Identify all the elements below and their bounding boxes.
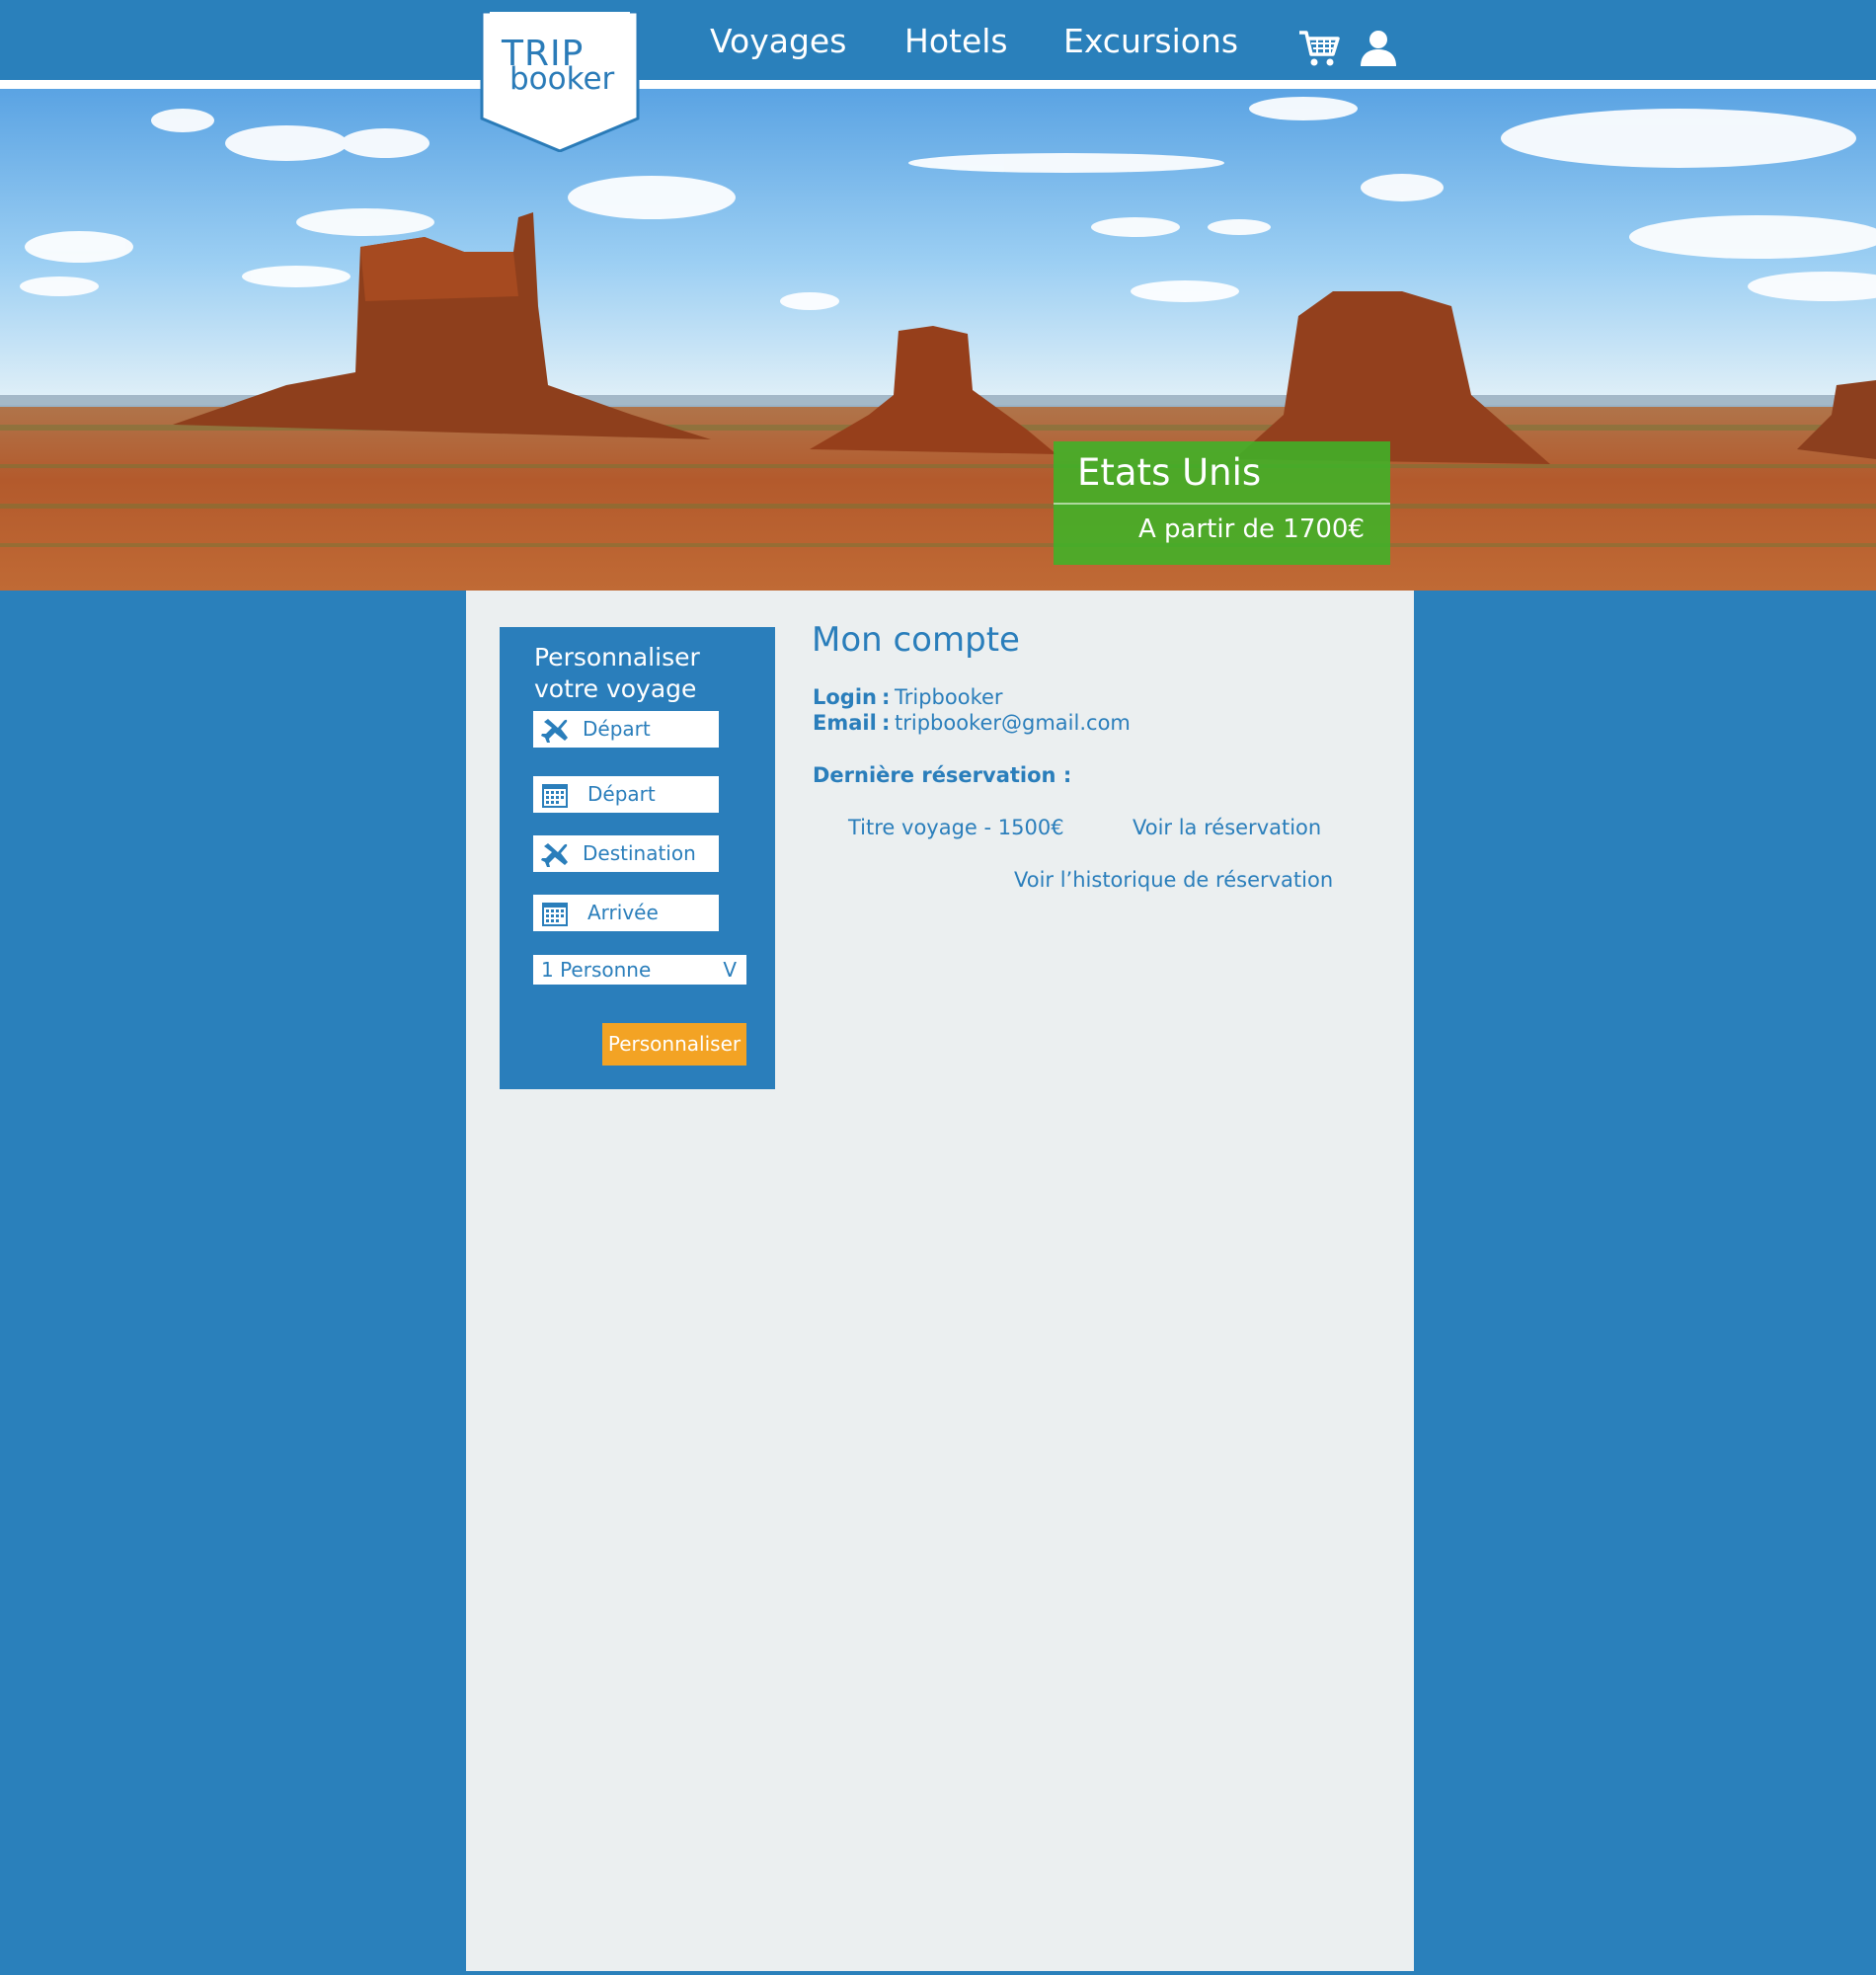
last-reservation-heading: Dernière réservation : <box>813 763 1072 787</box>
customize-button[interactable]: Personnaliser <box>602 1023 746 1066</box>
plane-icon <box>541 843 568 867</box>
email-separator: : <box>882 711 891 735</box>
destination-promo-box[interactable]: Etats Unis A partir de 1700€ <box>1054 441 1390 565</box>
page-title: Mon compte <box>812 620 1020 660</box>
nav-excursions[interactable]: Excursions <box>1063 22 1238 60</box>
promo-divider <box>1054 503 1390 505</box>
user-icon[interactable] <box>1357 29 1400 68</box>
email-value: tripbooker@gmail.com <box>895 711 1131 735</box>
arrival-date-label: Arrivée <box>587 901 659 924</box>
view-reservation-link[interactable]: Voir la réservation <box>1133 816 1321 839</box>
promo-price: A partir de 1700€ <box>1137 514 1365 544</box>
customize-trip-title: Personnaliser votre voyage <box>534 643 700 703</box>
promo-destination: Etats Unis <box>1077 451 1262 494</box>
cart-icon[interactable] <box>1297 29 1341 68</box>
login-separator: : <box>882 685 891 709</box>
persons-value: 1 Personne <box>541 958 652 982</box>
arrival-date-field[interactable]: Arrivée <box>533 895 719 931</box>
nav-hotels[interactable]: Hotels <box>904 22 1008 60</box>
main-content-panel: Personnaliser votre voyage Départ Départ <box>466 591 1414 1971</box>
departure-date-field[interactable]: Départ <box>533 776 719 813</box>
desert-landscape-image <box>0 89 1876 591</box>
tripbooker-logo[interactable]: TRIP booker <box>480 12 640 152</box>
customize-trip-panel: Personnaliser votre voyage Départ Départ <box>500 627 775 1089</box>
destination-label: Destination <box>583 841 696 865</box>
persons-select[interactable]: 1 Personne V <box>533 955 746 985</box>
hero-banner: Etats Unis A partir de 1700€ <box>0 89 1876 591</box>
plane-icon <box>541 719 568 743</box>
login-label: Login <box>813 685 877 709</box>
calendar-icon <box>542 903 568 926</box>
departure-date-label: Départ <box>587 782 656 806</box>
reservation-title: Titre voyage - 1500€ <box>848 816 1064 839</box>
logo-text-booker: booker <box>509 61 615 97</box>
nav-voyages[interactable]: Voyages <box>710 22 846 60</box>
departure-city-label: Départ <box>583 717 651 741</box>
login-value: Tripbooker <box>895 685 1003 709</box>
view-history-link[interactable]: Voir l’historique de réservation <box>1014 868 1333 892</box>
header-divider <box>0 80 1876 89</box>
departure-city-field[interactable]: Départ <box>533 711 719 748</box>
calendar-icon <box>542 784 568 808</box>
chevron-down-icon: V <box>723 958 737 982</box>
email-label: Email <box>813 711 877 735</box>
destination-field[interactable]: Destination <box>533 835 719 872</box>
